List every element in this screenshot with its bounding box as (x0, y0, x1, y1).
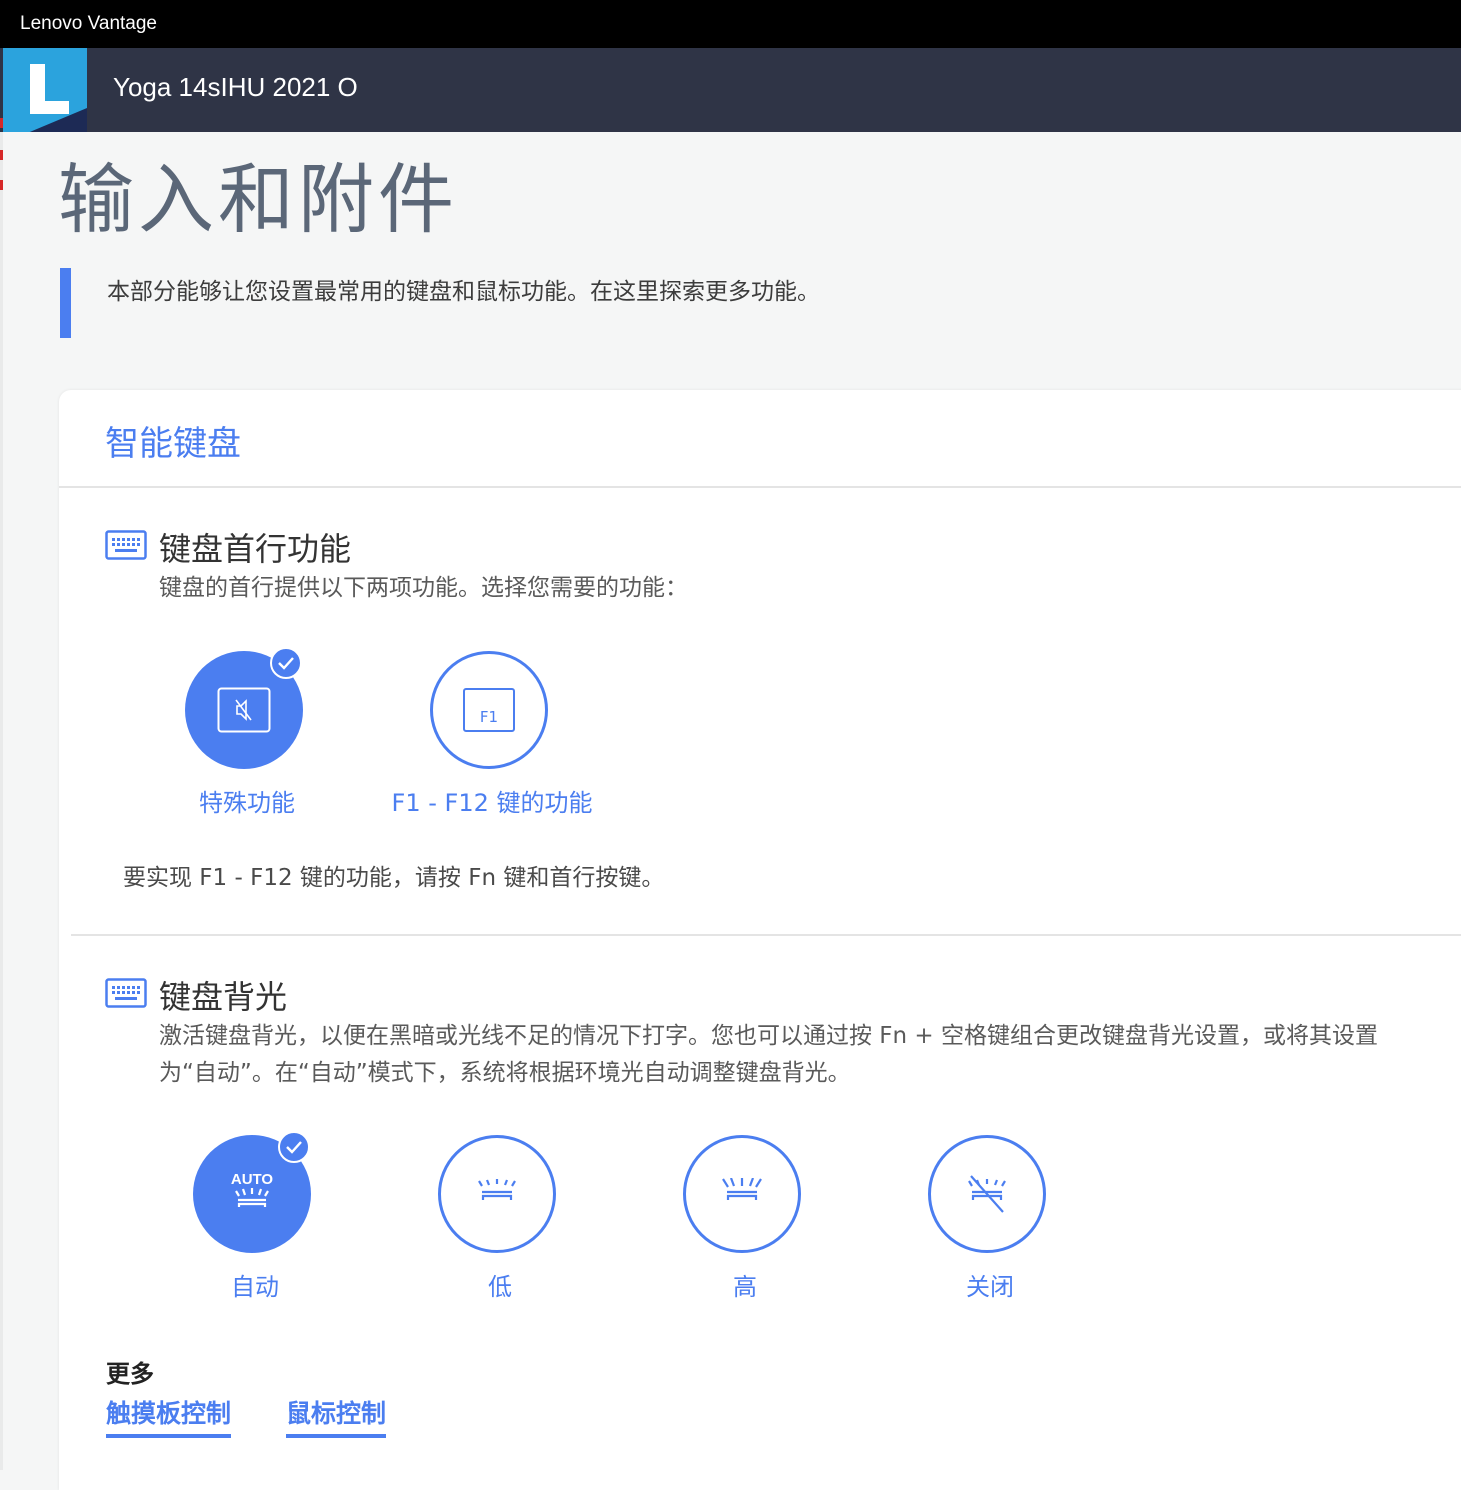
hotkeys-description: 键盘的首行提供以下两项功能。选择您需要的功能： (159, 575, 688, 601)
option-backlight-high[interactable]: 高 (625, 1135, 865, 1305)
edge-mark (0, 150, 3, 160)
keyboard-icon (105, 978, 147, 1008)
backlight-high-icon (722, 1178, 762, 1200)
lenovo-logo-icon[interactable] (3, 48, 87, 134)
divider (59, 486, 1461, 488)
keyboard-icon (105, 530, 147, 560)
option-label[interactable]: 关闭 (870, 1267, 1110, 1302)
edge-mark (0, 118, 3, 128)
mute-key-icon (217, 687, 271, 733)
device-name: Yoga 14sIHU 2021 O (113, 72, 358, 102)
f1-key-icon: F1 (463, 688, 515, 732)
edge-mark (0, 180, 3, 190)
option-circle[interactable] (438, 1135, 556, 1253)
option-f1-f12[interactable]: F1 F1 - F12 键的功能 (372, 651, 612, 821)
backlight-auto-icon: AUTO (231, 1171, 274, 1207)
f1-key-text: F1 (479, 708, 499, 726)
card-title: 智能键盘 (105, 424, 241, 464)
window-titlebar: Lenovo Vantage (0, 0, 1461, 48)
option-circle[interactable]: F1 (430, 651, 548, 769)
hotkeys-note: 要实现 F1 - F12 键的功能，请按 Fn 键和首行按键。 (123, 865, 665, 891)
app-header: Yoga 14sIHU 2021 O (0, 48, 1461, 134)
more-heading: 更多 (106, 1360, 154, 1388)
selected-check-icon (270, 647, 302, 679)
left-edge (0, 132, 3, 1470)
option-circle[interactable] (683, 1135, 801, 1253)
smart-keyboard-card: 智能键盘 键盘首行功能 键盘的首行提供以下两项功能。选择您需要的功能： 特殊功能… (59, 390, 1461, 1490)
page-intro: 本部分能够让您设置最常用的键盘和鼠标功能。在这里探索更多功能。 (107, 279, 820, 305)
option-label[interactable]: 低 (380, 1267, 620, 1302)
option-backlight-low[interactable]: 低 (380, 1135, 620, 1305)
hotkeys-title: 键盘首行功能 (159, 530, 352, 568)
auto-icon-text: AUTO (231, 1171, 274, 1188)
option-special-functions[interactable]: 特殊功能 (127, 647, 367, 821)
page-title: 输入和附件 (58, 155, 458, 244)
touchpad-control-link[interactable]: 触摸板控制 (106, 1394, 232, 1438)
option-label[interactable]: 特殊功能 (127, 783, 367, 818)
intro-accent-bar (60, 268, 71, 338)
option-label[interactable]: F1 - F12 键的功能 (372, 783, 612, 818)
window-title: Lenovo Vantage (20, 13, 157, 34)
option-label[interactable]: 自动 (135, 1267, 375, 1302)
backlight-description: 激活键盘背光，以便在黑暗或光线不足的情况下打字。您也可以通过按 Fn + 空格键… (159, 1023, 1379, 1086)
option-label[interactable]: 高 (625, 1267, 865, 1302)
selected-check-icon (278, 1131, 310, 1163)
backlight-low-icon (478, 1179, 516, 1200)
divider (71, 934, 1461, 936)
option-backlight-auto[interactable]: AUTO 自动 (135, 1131, 375, 1305)
backlight-off-icon (968, 1175, 1006, 1213)
backlight-title: 键盘背光 (159, 978, 288, 1016)
option-circle[interactable] (928, 1135, 1046, 1253)
option-backlight-off[interactable]: 关闭 (870, 1135, 1110, 1305)
mouse-control-link[interactable]: 鼠标控制 (286, 1394, 387, 1438)
